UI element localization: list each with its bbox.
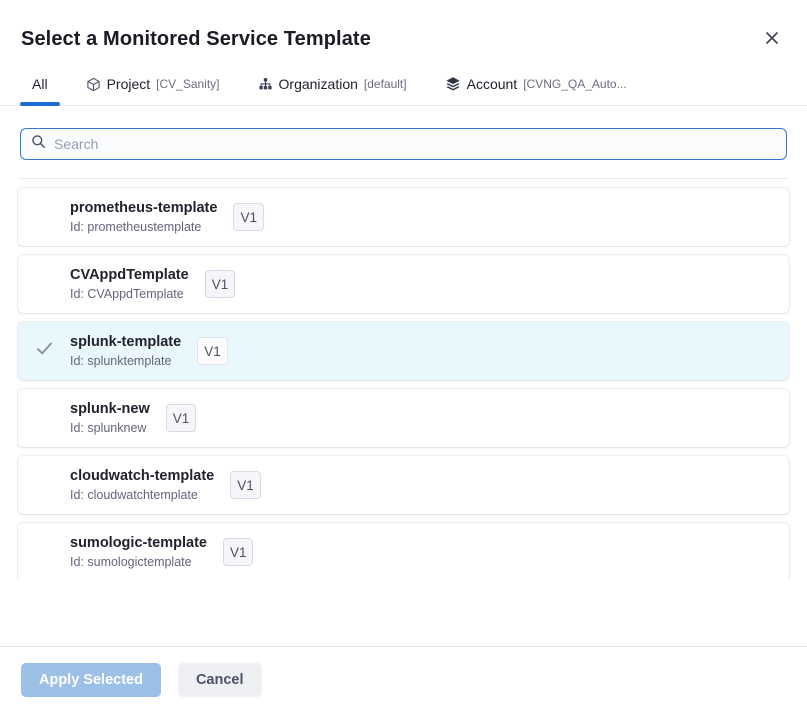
template-info: CVAppdTemplate Id: CVAppdTemplate xyxy=(70,267,189,301)
version-badge: V1 xyxy=(230,471,261,499)
modal-header: Select a Monitored Service Template xyxy=(0,0,807,51)
template-row[interactable]: cloudwatch-template Id: cloudwatchtempla… xyxy=(18,456,789,514)
template-row[interactable]: prometheus-template Id: prometheustempla… xyxy=(18,188,789,246)
modal-footer: Apply Selected Cancel xyxy=(0,646,807,712)
template-id: Id: splunknew xyxy=(70,421,150,435)
layers-icon xyxy=(445,76,461,92)
template-row[interactable]: sumologic-template Id: sumologictemplate… xyxy=(18,523,789,580)
tab-scope: [CVNG_QA_Auto... xyxy=(523,77,626,91)
select-template-modal: Select a Monitored Service Template All … xyxy=(0,0,807,712)
tab-bar: All Project [CV_Sanity] xyxy=(0,76,807,106)
version-badge: V1 xyxy=(205,270,236,298)
check-slot xyxy=(18,341,70,361)
close-icon xyxy=(765,31,779,48)
version-badge: V1 xyxy=(223,538,254,566)
clipped-card-edge xyxy=(18,178,789,179)
template-id: Id: cloudwatchtemplate xyxy=(70,488,214,502)
template-row[interactable]: splunk-new Id: splunknew V1 xyxy=(18,389,789,447)
template-list[interactable]: prometheus-template Id: prometheustempla… xyxy=(0,165,807,580)
tab-label: Account xyxy=(467,76,518,92)
template-info: splunk-new Id: splunknew xyxy=(70,401,150,435)
template-name: CVAppdTemplate xyxy=(70,267,189,283)
template-row[interactable]: CVAppdTemplate Id: CVAppdTemplate V1 xyxy=(18,255,789,313)
template-info: cloudwatch-template Id: cloudwatchtempla… xyxy=(70,468,214,502)
template-info: splunk-template Id: splunktemplate xyxy=(70,334,181,368)
template-id: Id: CVAppdTemplate xyxy=(70,287,189,301)
template-id: Id: splunktemplate xyxy=(70,354,181,368)
template-info: prometheus-template Id: prometheustempla… xyxy=(70,200,217,234)
template-info: sumologic-template Id: sumologictemplate xyxy=(70,535,207,569)
template-name: sumologic-template xyxy=(70,535,207,551)
tab-scope: [default] xyxy=(364,77,407,91)
cube-icon xyxy=(86,77,101,92)
tab-organization[interactable]: Organization [default] xyxy=(246,76,419,105)
tab-label: All xyxy=(32,76,48,92)
version-badge: V1 xyxy=(197,337,228,365)
template-name: cloudwatch-template xyxy=(70,468,214,484)
version-badge: V1 xyxy=(166,404,197,432)
search-icon xyxy=(31,134,46,154)
template-name: prometheus-template xyxy=(70,200,217,216)
sitemap-icon xyxy=(258,77,273,92)
apply-selected-button[interactable]: Apply Selected xyxy=(21,663,161,697)
search-input[interactable] xyxy=(54,129,776,159)
version-badge: V1 xyxy=(233,203,264,231)
cancel-button[interactable]: Cancel xyxy=(178,663,262,697)
tab-label: Organization xyxy=(279,76,358,92)
tab-project[interactable]: Project [CV_Sanity] xyxy=(74,76,232,105)
tab-all[interactable]: All xyxy=(20,76,60,105)
tab-label: Project xyxy=(107,76,151,92)
template-id: Id: prometheustemplate xyxy=(70,220,217,234)
search-box xyxy=(20,128,787,160)
page-title: Select a Monitored Service Template xyxy=(21,28,371,50)
tab-scope: [CV_Sanity] xyxy=(156,77,219,91)
tab-account[interactable]: Account [CVNG_QA_Auto... xyxy=(433,76,639,105)
template-id: Id: sumologictemplate xyxy=(70,555,207,569)
close-button[interactable] xyxy=(761,28,783,50)
template-row-selected[interactable]: splunk-template Id: splunktemplate V1 xyxy=(18,322,789,380)
template-name: splunk-template xyxy=(70,334,181,350)
template-name: splunk-new xyxy=(70,401,150,417)
check-icon xyxy=(36,341,53,361)
